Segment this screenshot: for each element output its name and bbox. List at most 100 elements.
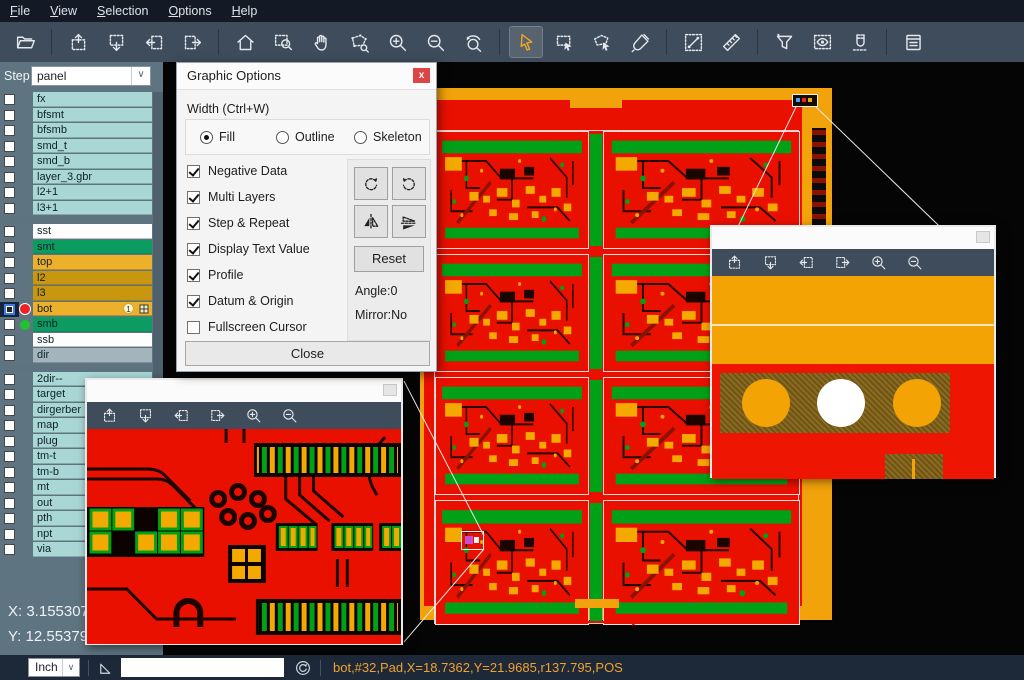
- zoom-home-button[interactable]: [229, 27, 261, 57]
- pan-left-button[interactable]: [793, 251, 819, 274]
- layer-row-top[interactable]: top: [0, 255, 163, 271]
- move-view-down-button[interactable]: [100, 27, 132, 57]
- layer-visibility-checkbox[interactable]: [4, 288, 15, 299]
- layer-row-smd_b[interactable]: smd_b: [0, 154, 163, 170]
- step-select[interactable]: panel ∨: [31, 66, 151, 86]
- zoom-out-button[interactable]: [901, 251, 927, 274]
- layer-row-l3+1[interactable]: l3+1: [0, 201, 163, 217]
- layer-visibility-checkbox[interactable]: [4, 389, 15, 400]
- layer-visibility-checkbox[interactable]: [4, 319, 15, 330]
- layer-row-bot[interactable]: bot1: [0, 302, 163, 318]
- layer-row-l2+1[interactable]: l2+1: [0, 185, 163, 201]
- preview-window-button[interactable]: [976, 231, 990, 243]
- layer-name[interactable]: bfsmt: [33, 108, 152, 123]
- unit-select[interactable]: Inch ∨: [28, 658, 80, 677]
- snap-button[interactable]: [844, 27, 876, 57]
- reset-button[interactable]: Reset: [354, 246, 424, 272]
- menu-options[interactable]: Options: [158, 0, 221, 22]
- zoom-polygon-button[interactable]: [343, 27, 375, 57]
- pcb-board-instance[interactable]: [435, 377, 589, 495]
- layer-row-smb[interactable]: smb: [0, 317, 163, 333]
- view-options-button[interactable]: [806, 27, 838, 57]
- checkbox-fullscreen-cursor[interactable]: Fullscreen Cursor: [187, 319, 307, 335]
- layer-visibility-checkbox[interactable]: [4, 125, 15, 136]
- checkbox-multi-layers[interactable]: Multi Layers: [187, 189, 275, 205]
- checkbox-datum-origin[interactable]: Datum & Origin: [187, 293, 293, 309]
- zoom-in-button[interactable]: [240, 404, 266, 427]
- preview-title-bar[interactable]: [87, 380, 401, 402]
- layer-visibility-checkbox[interactable]: [4, 350, 15, 361]
- pcb-board-instance[interactable]: [435, 131, 589, 249]
- layer-row-smt[interactable]: smt: [0, 240, 163, 256]
- layer-row-sst[interactable]: sst: [0, 224, 163, 240]
- layer-row-l3[interactable]: l3: [0, 286, 163, 302]
- pan-right-button[interactable]: [829, 251, 855, 274]
- layer-visibility-checkbox[interactable]: [4, 304, 15, 315]
- layer-visibility-checkbox[interactable]: [4, 203, 15, 214]
- menu-selection[interactable]: Selection: [87, 0, 158, 22]
- checkbox-step-repeat[interactable]: Step & Repeat: [187, 215, 289, 231]
- layer-name[interactable]: sst: [33, 224, 152, 239]
- layer-name[interactable]: bot1: [33, 302, 152, 317]
- select-tool-button[interactable]: [510, 27, 542, 57]
- zoom-in-button[interactable]: [381, 27, 413, 57]
- preview-window-button[interactable]: [383, 384, 397, 396]
- filter-button[interactable]: [768, 27, 800, 57]
- layer-name[interactable]: l2: [33, 271, 152, 286]
- layer-name[interactable]: smd_b: [33, 154, 152, 169]
- layer-visibility-checkbox[interactable]: [4, 187, 15, 198]
- layer-name[interactable]: layer_3.gbr: [33, 170, 152, 185]
- rect-select-button[interactable]: [548, 27, 580, 57]
- pcb-board-instance[interactable]: [603, 500, 800, 625]
- layer-name[interactable]: top: [33, 255, 152, 270]
- preview-content-pcb-detail[interactable]: [87, 429, 401, 644]
- layer-row-smd_t[interactable]: smd_t: [0, 139, 163, 155]
- zoom-in-button[interactable]: [865, 251, 891, 274]
- zoom-out-button[interactable]: [276, 404, 302, 427]
- layer-visibility-checkbox[interactable]: [4, 94, 15, 105]
- pcb-board-instance[interactable]: [435, 500, 589, 625]
- pan-up-button[interactable]: [96, 404, 122, 427]
- dialog-close-button[interactable]: x: [413, 68, 430, 83]
- refresh-icon[interactable]: [294, 659, 312, 677]
- layer-visibility-checkbox[interactable]: [4, 482, 15, 493]
- layer-visibility-checkbox[interactable]: [4, 335, 15, 346]
- checkbox-negative-data[interactable]: Negative Data: [187, 163, 287, 179]
- layer-name[interactable]: fx: [33, 92, 152, 107]
- zoom-previous-button[interactable]: [457, 27, 489, 57]
- layer-name[interactable]: dir: [33, 348, 152, 363]
- checkbox-display-text-value[interactable]: Display Text Value: [187, 241, 310, 257]
- layer-visibility-checkbox[interactable]: [4, 242, 15, 253]
- layer-visibility-checkbox[interactable]: [4, 110, 15, 121]
- preview-content-pad-detail[interactable]: [712, 276, 994, 479]
- zoom-area-button[interactable]: [267, 27, 299, 57]
- pcb-board-instance[interactable]: [435, 254, 589, 372]
- layer-visibility-checkbox[interactable]: [4, 257, 15, 268]
- layer-visibility-checkbox[interactable]: [4, 273, 15, 284]
- pan-tool-button[interactable]: [305, 27, 337, 57]
- poly-select-button[interactable]: [586, 27, 618, 57]
- layer-visibility-checkbox[interactable]: [4, 374, 15, 385]
- layer-visibility-checkbox[interactable]: [4, 544, 15, 555]
- open-file-button[interactable]: [9, 27, 41, 57]
- pan-up-button[interactable]: [721, 251, 747, 274]
- pan-down-button[interactable]: [757, 251, 783, 274]
- measure-button[interactable]: [677, 27, 709, 57]
- layer-row-bfsmt[interactable]: bfsmt: [0, 108, 163, 124]
- ruler-button[interactable]: [715, 27, 747, 57]
- layer-visibility-checkbox[interactable]: [4, 156, 15, 167]
- menu-view[interactable]: View: [40, 0, 87, 22]
- close-button[interactable]: Close: [185, 341, 430, 366]
- layer-visibility-checkbox[interactable]: [4, 436, 15, 447]
- mirror-horizontal-button[interactable]: [392, 205, 426, 238]
- radio-outline[interactable]: Outline: [276, 130, 335, 144]
- menu-file[interactable]: File: [0, 0, 40, 22]
- pan-left-button[interactable]: [168, 404, 194, 427]
- layer-visibility-checkbox[interactable]: [4, 498, 15, 509]
- layer-visibility-checkbox[interactable]: [4, 420, 15, 431]
- mirror-vertical-button[interactable]: [354, 205, 388, 238]
- rotate-cw-button[interactable]: [354, 167, 388, 200]
- layer-row-dir[interactable]: dir: [0, 348, 163, 364]
- pan-right-button[interactable]: [204, 404, 230, 427]
- layer-visibility-checkbox[interactable]: [4, 467, 15, 478]
